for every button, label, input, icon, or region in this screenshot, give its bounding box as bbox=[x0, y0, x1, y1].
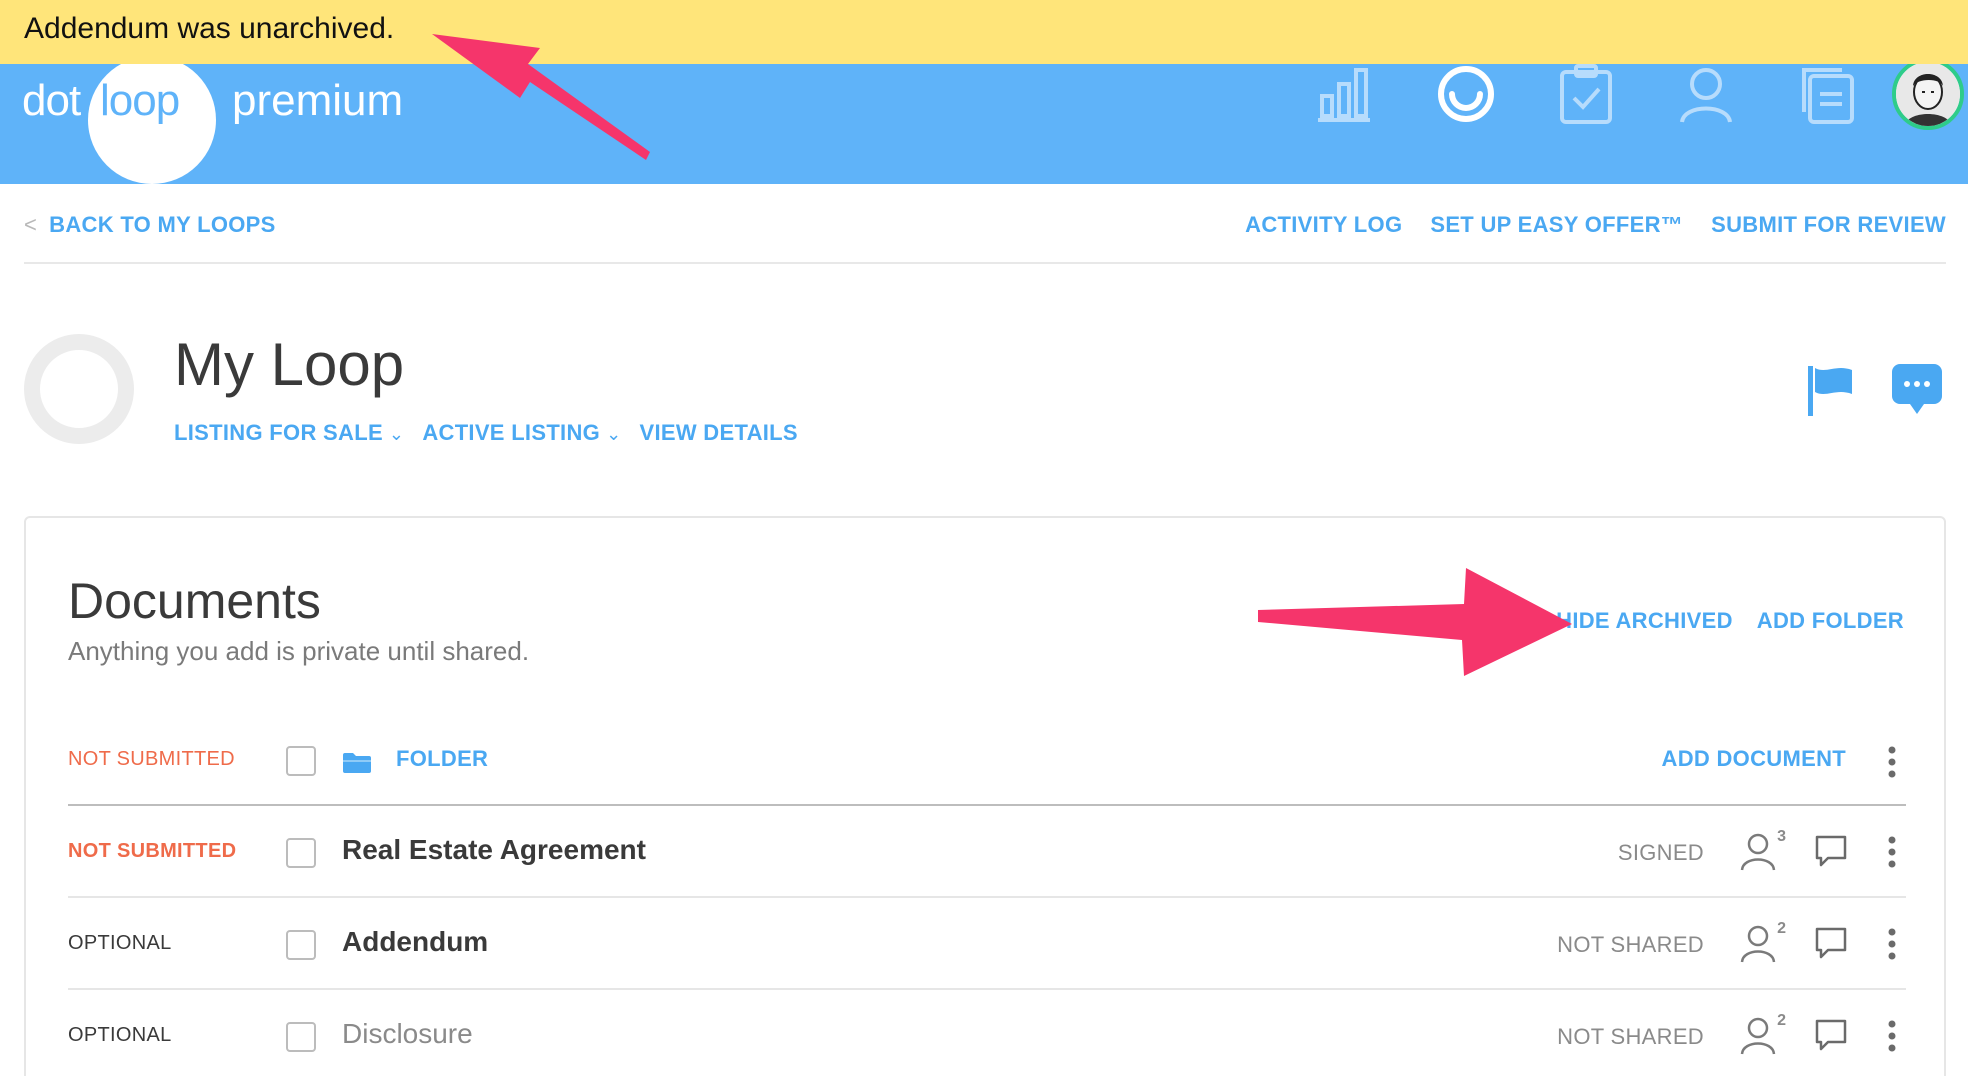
comment-icon[interactable] bbox=[1814, 834, 1848, 868]
more-options-icon[interactable] bbox=[1886, 924, 1898, 964]
document-status: OPTIONAL bbox=[68, 932, 172, 954]
folder-row: NOT SUBMITTED FOLDER ADD DOCUMENT bbox=[68, 714, 1906, 806]
toast-notification: Addendum was unarchived. bbox=[0, 0, 1968, 64]
logo-premium-text: premium bbox=[232, 76, 404, 125]
participant-count: 3 bbox=[1777, 828, 1786, 845]
comment-icon[interactable] bbox=[1814, 1018, 1848, 1052]
back-to-loops-link[interactable]: < BACK TO MY LOOPS bbox=[24, 212, 276, 238]
share-status: SIGNED bbox=[1617, 840, 1704, 865]
loop-status-label: ACTIVE LISTING bbox=[422, 420, 601, 445]
document-name[interactable]: Addendum bbox=[342, 926, 488, 958]
comment-icon[interactable] bbox=[1814, 926, 1848, 960]
document-row[interactable]: OPTIONAL Disclosure NOT SHARED 2 bbox=[68, 990, 1906, 1076]
document-row-actions: SIGNED 3 bbox=[1586, 828, 1906, 874]
view-details-link[interactable]: VIEW DETAILS bbox=[639, 420, 797, 446]
reports-icon[interactable] bbox=[1312, 62, 1376, 126]
documents-icon[interactable] bbox=[1794, 62, 1858, 126]
activity-log-link[interactable]: ACTIVITY LOG bbox=[1245, 212, 1402, 238]
participant-count: 2 bbox=[1777, 920, 1786, 937]
logo-loop-text: loop bbox=[100, 76, 180, 125]
folder-icon bbox=[342, 752, 372, 774]
document-status: NOT SUBMITTED bbox=[68, 840, 237, 862]
document-checkbox[interactable] bbox=[286, 838, 316, 868]
documents-heading: Documents bbox=[68, 573, 321, 629]
hide-archived-link[interactable]: HIDE ARCHIVED bbox=[1556, 608, 1733, 634]
more-options-icon[interactable] bbox=[1886, 1016, 1898, 1056]
transaction-type-dropdown[interactable]: LISTING FOR SALE ⌄ bbox=[174, 420, 404, 446]
document-name[interactable]: Disclosure bbox=[342, 1018, 473, 1050]
folder-checkbox[interactable] bbox=[286, 746, 316, 776]
easy-offer-link[interactable]: SET UP EASY OFFER™ bbox=[1430, 212, 1683, 238]
loop-title: My Loop bbox=[174, 331, 405, 398]
document-row[interactable]: NOT SUBMITTED Real Estate Agreement SIGN… bbox=[68, 806, 1906, 898]
document-checkbox[interactable] bbox=[286, 930, 316, 960]
transaction-type-label: LISTING FOR SALE bbox=[174, 420, 383, 445]
document-checkbox[interactable] bbox=[286, 1022, 316, 1052]
documents-actions: HIDE ARCHIVED ADD FOLDER bbox=[1556, 608, 1904, 634]
more-options-icon[interactable] bbox=[1886, 832, 1898, 872]
logo-dot-text: dot bbox=[22, 76, 81, 125]
document-status: OPTIONAL bbox=[68, 1024, 172, 1046]
user-avatar[interactable] bbox=[1892, 58, 1964, 130]
chevron-down-icon: ⌄ bbox=[388, 424, 405, 444]
more-options-icon[interactable] bbox=[1886, 742, 1898, 782]
document-name[interactable]: Real Estate Agreement bbox=[342, 834, 646, 866]
loop-progress-icon[interactable] bbox=[1434, 62, 1498, 126]
documents-subtitle: Anything you add is private until shared… bbox=[68, 636, 530, 666]
loop-subnav: < BACK TO MY LOOPS ACTIVITY LOG SET UP EA… bbox=[24, 184, 1946, 264]
toast-message: Addendum was unarchived. bbox=[24, 12, 395, 45]
loop-actions: ACTIVITY LOG SET UP EASY OFFER™ SUBMIT F… bbox=[1245, 212, 1946, 238]
folder-name[interactable]: FOLDER bbox=[396, 746, 488, 772]
share-status: NOT SHARED bbox=[1557, 1024, 1704, 1049]
chat-bubble-icon[interactable] bbox=[1890, 362, 1944, 418]
document-row-actions: NOT SHARED 2 bbox=[1546, 920, 1906, 966]
chevron-left-icon: < bbox=[24, 212, 38, 237]
add-document-link[interactable]: ADD DOCUMENT bbox=[1662, 746, 1846, 772]
folder-status: NOT SUBMITTED bbox=[68, 748, 235, 770]
add-folder-link[interactable]: ADD FOLDER bbox=[1757, 608, 1904, 634]
header-nav bbox=[1268, 58, 1968, 130]
documents-card: Documents Anything you add is private un… bbox=[24, 516, 1946, 1076]
loop-progress-ring bbox=[24, 334, 134, 444]
submit-for-review-link[interactable]: SUBMIT FOR REVIEW bbox=[1711, 212, 1946, 238]
flag-icon[interactable] bbox=[1806, 364, 1858, 418]
participant-count: 2 bbox=[1777, 1012, 1786, 1029]
loop-tags: LISTING FOR SALE ⌄ ACTIVE LISTING ⌄ VIEW D… bbox=[174, 420, 798, 446]
profile-icon[interactable] bbox=[1674, 62, 1738, 126]
chevron-down-icon: ⌄ bbox=[606, 424, 622, 444]
document-row-actions: NOT SHARED 2 bbox=[1546, 1012, 1906, 1058]
back-label: BACK TO MY LOOPS bbox=[49, 212, 276, 237]
tasks-clipboard-icon[interactable] bbox=[1554, 62, 1618, 126]
loop-status-dropdown[interactable]: ACTIVE LISTING ⌄ bbox=[422, 420, 621, 446]
document-row[interactable]: OPTIONAL Addendum NOT SHARED 2 bbox=[68, 898, 1906, 990]
share-status: NOT SHARED bbox=[1557, 932, 1704, 957]
